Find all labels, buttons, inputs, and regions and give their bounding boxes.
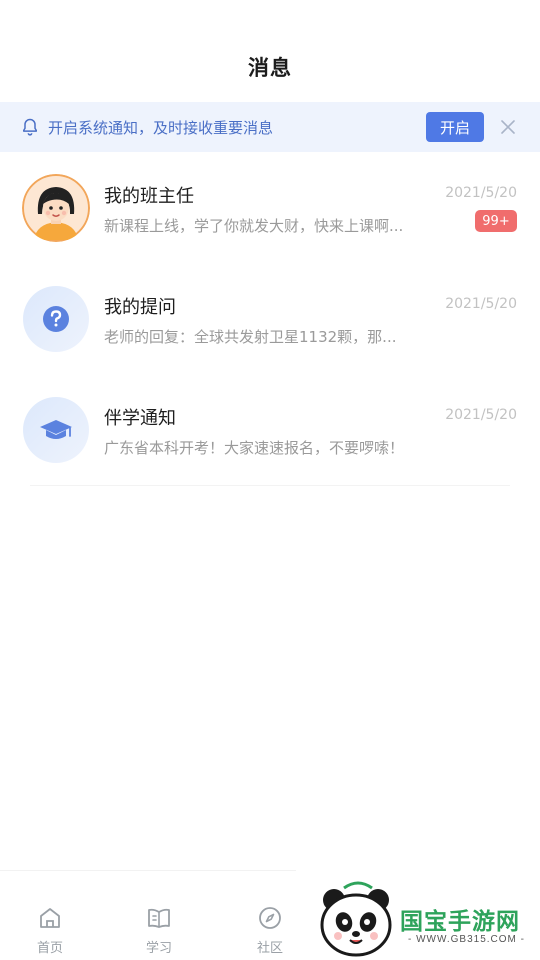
panda-logo (320, 881, 392, 957)
home-icon (40, 908, 60, 928)
message-title: 我的提问 (104, 297, 176, 318)
page-title: 消息 (248, 56, 292, 80)
message-preview: 新课程上线，学了你就发大财，快来上课啊... (104, 217, 404, 235)
watermark-url: - WWW.GB315.COM - (408, 934, 525, 945)
message-time: 2021/5/20 (445, 407, 517, 423)
close-icon[interactable] (498, 117, 518, 137)
notification-banner: 开启系统通知，及时接收重要消息 开启 (0, 102, 540, 152)
watermark-brand: 国宝手游网 (400, 909, 520, 935)
tab-label: 学习 (145, 941, 172, 956)
message-item-head-teacher[interactable]: 我的班主任 2021/5/20 新课程上线，学了你就发大财，快来上课啊... 9… (0, 152, 540, 263)
notification-banner-text: 开启系统通知，及时接收重要消息 (48, 118, 274, 137)
book-icon (148, 908, 170, 928)
message-item-study-notice[interactable]: 伴学通知 2021/5/20 广东省本科开考！大家速速报名，不要啰嗦！ (0, 374, 540, 485)
message-title: 我的班主任 (104, 186, 194, 207)
watermark: 国宝手游网 - WWW.GB315.COM - (296, 870, 540, 960)
message-item-my-questions[interactable]: 我的提问 2021/5/20 老师的回复：全球共发射卫星1132颗，那... (0, 263, 540, 374)
question-avatar (22, 285, 90, 353)
teacher-avatar (22, 174, 90, 242)
compass-icon (259, 907, 281, 929)
tab-label: 首页 (36, 941, 63, 956)
message-preview: 老师的回复：全球共发射卫星1132颗，那... (104, 328, 397, 346)
message-title: 伴学通知 (104, 408, 176, 429)
enable-notification-button[interactable]: 开启 (426, 112, 484, 142)
list-divider (30, 485, 510, 486)
unread-badge: 99+ (475, 210, 517, 232)
graduation-avatar (22, 396, 90, 464)
tab-study[interactable]: 学习 (119, 871, 199, 960)
header: 消息 (0, 0, 540, 100)
message-preview: 广东省本科开考！大家速速报名，不要啰嗦！ (104, 439, 405, 457)
bell-icon (23, 118, 37, 136)
message-time: 2021/5/20 (445, 185, 517, 201)
tab-home[interactable]: 首页 (10, 871, 90, 960)
message-list: 我的班主任 2021/5/20 新课程上线，学了你就发大财，快来上课啊... 9… (0, 152, 540, 485)
message-time: 2021/5/20 (445, 296, 517, 312)
